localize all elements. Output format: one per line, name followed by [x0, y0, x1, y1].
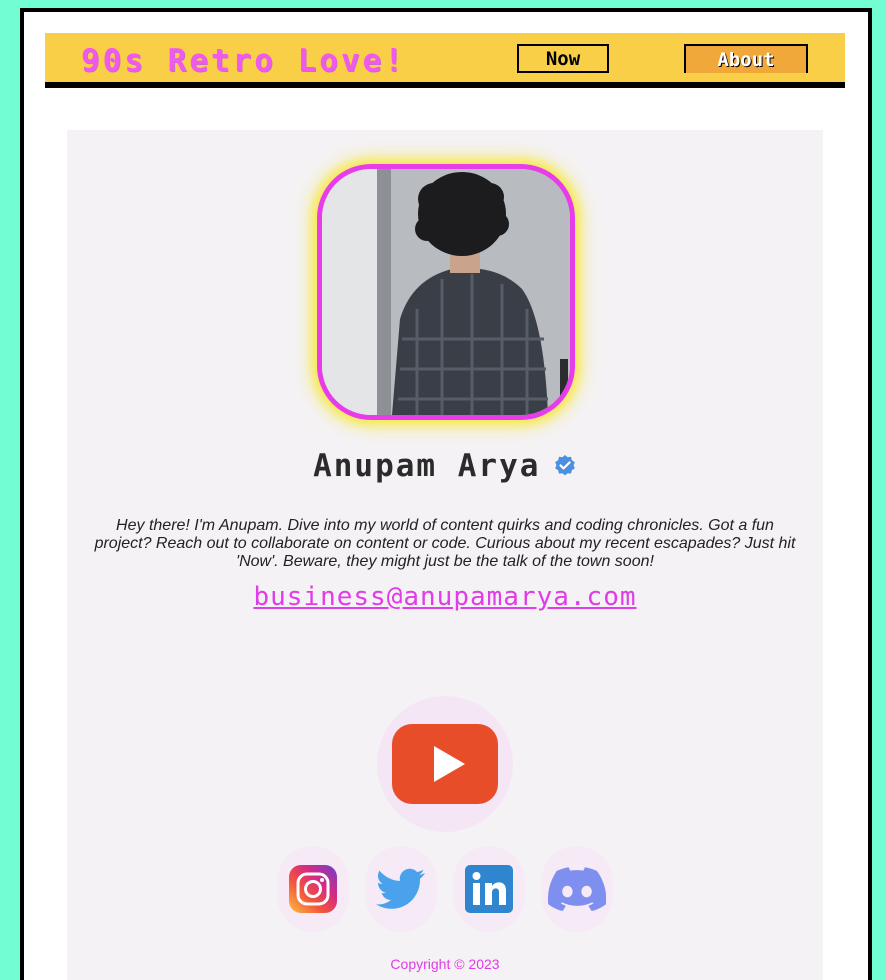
site-brand[interactable]: 90s Retro Love!: [81, 43, 406, 79]
nav-about-button[interactable]: About: [684, 44, 808, 73]
instagram-link[interactable]: [277, 846, 349, 932]
profile-name: Anupam Arya: [313, 448, 541, 484]
profile-bio: Hey there! I'm Anupam. Dive into my worl…: [94, 517, 796, 570]
linkedin-link[interactable]: [453, 846, 525, 932]
social-links: [67, 846, 823, 932]
navbar: 90s Retro Love! Now About: [45, 33, 845, 88]
page-frame: 90s Retro Love! Now About Anupam Arya He…: [20, 8, 872, 980]
linkedin-icon: [465, 865, 513, 913]
nav-now-button[interactable]: Now: [517, 44, 609, 73]
discord-link[interactable]: [541, 846, 613, 932]
copyright-text: Copyright © 2023: [390, 956, 500, 972]
verified-badge-icon: [555, 455, 575, 476]
discord-icon: [548, 867, 606, 911]
instagram-icon: [289, 865, 337, 913]
twitter-link[interactable]: [365, 846, 437, 932]
youtube-link[interactable]: [377, 696, 513, 832]
email-link[interactable]: business@anupamarya.com: [67, 582, 823, 612]
youtube-icon: [392, 724, 498, 804]
twitter-icon: [376, 868, 425, 909]
profile-avatar: [317, 164, 575, 420]
profile-card: Anupam Arya Hey there! I'm Anupam. Dive …: [67, 130, 823, 980]
name-row: Anupam Arya: [67, 448, 823, 484]
